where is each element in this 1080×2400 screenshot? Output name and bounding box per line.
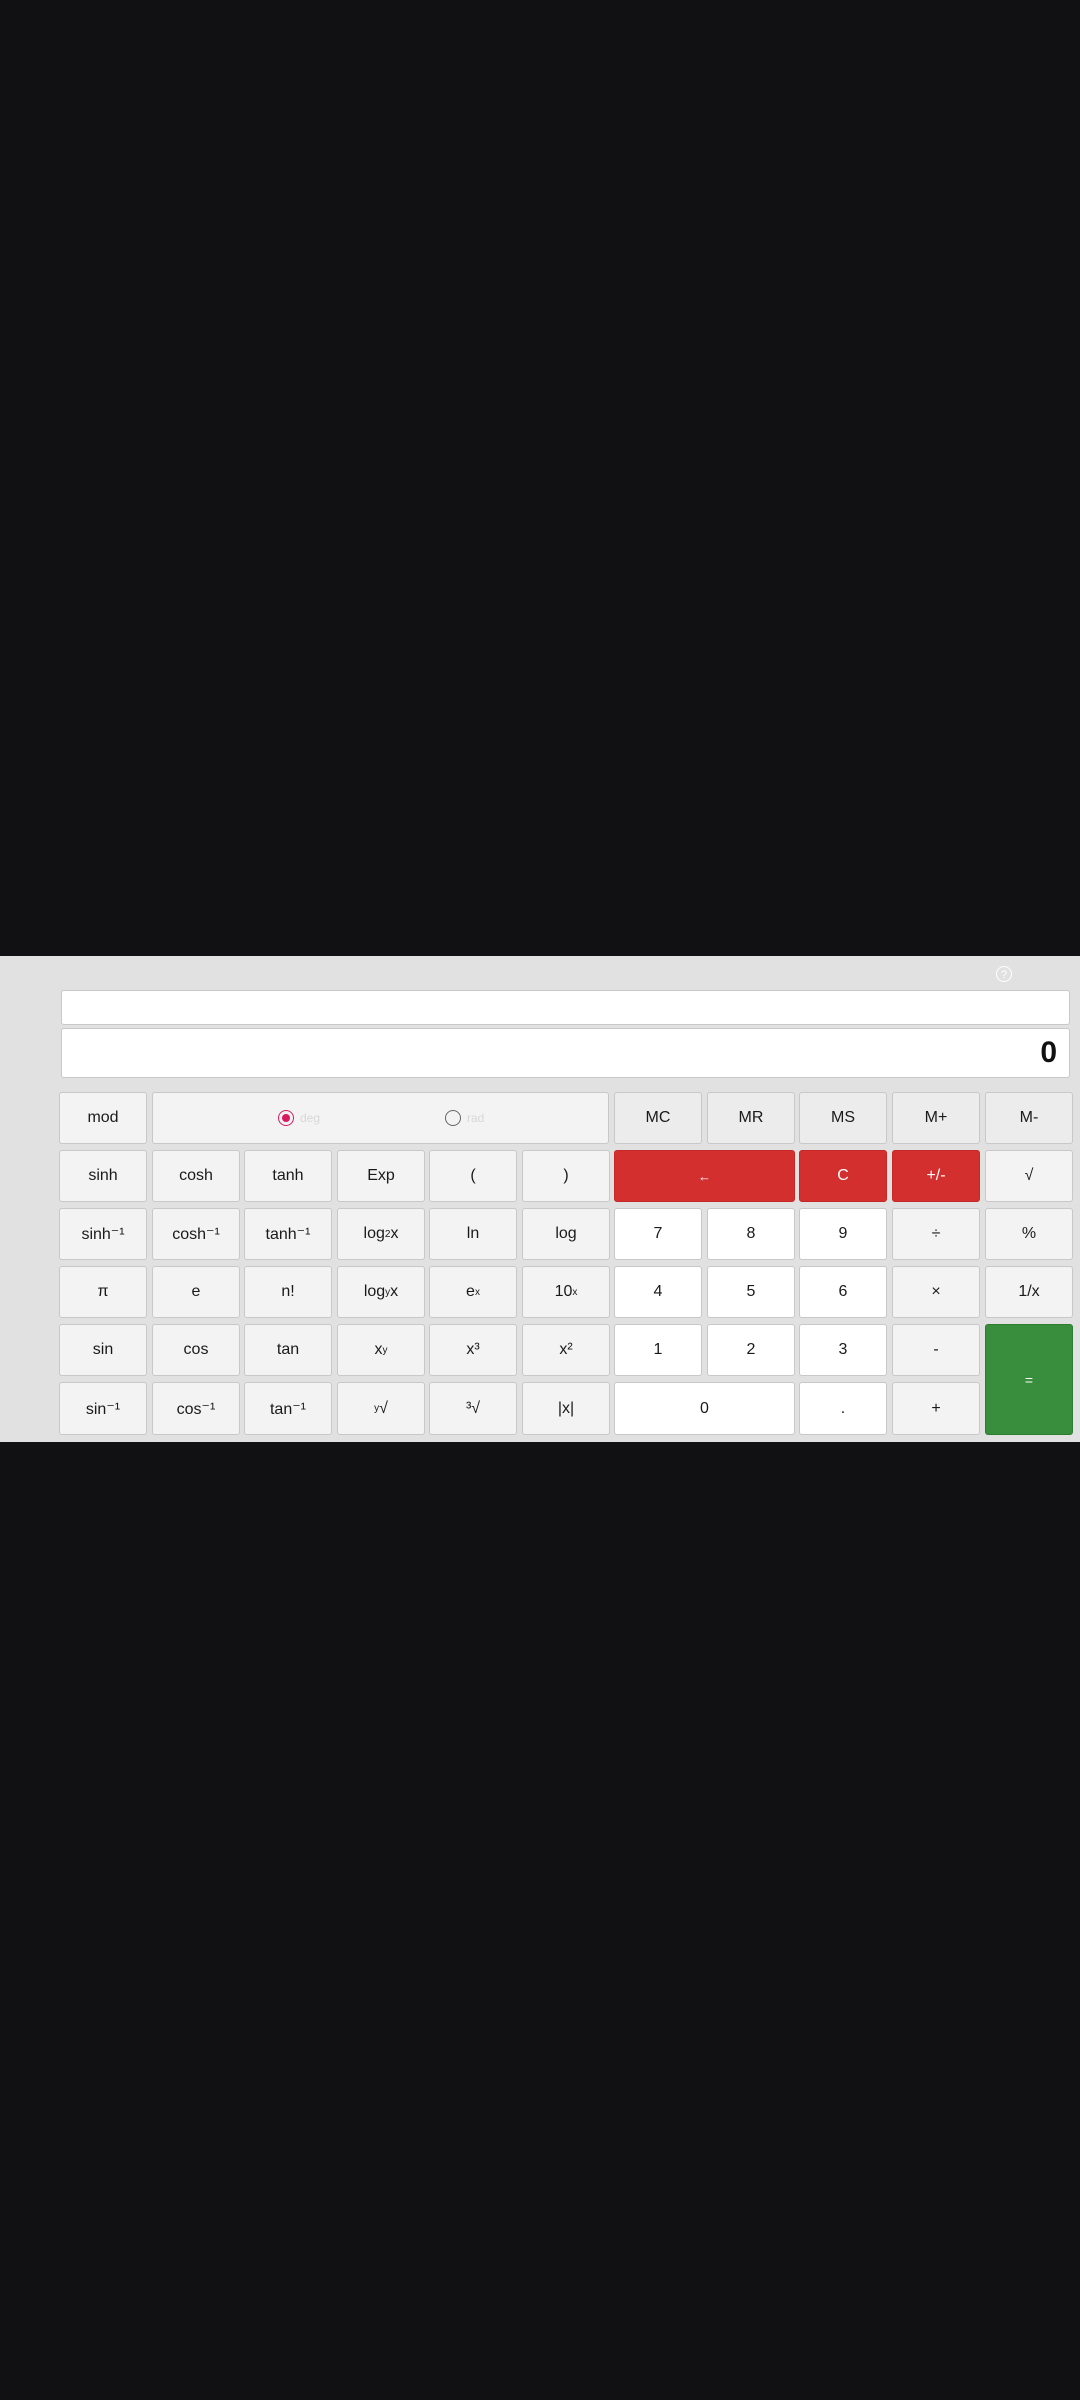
deg-radio[interactable]: deg — [278, 1110, 320, 1126]
ten-pow-base: 10 — [554, 1283, 573, 1300]
exp-x-sup: x — [474, 1286, 480, 1298]
expression-display — [61, 990, 1070, 1025]
cube-root-button[interactable]: ³√ — [429, 1382, 517, 1435]
deg-label: deg — [300, 1111, 321, 1125]
negate-button[interactable]: +/- — [892, 1150, 980, 1202]
power-base: x — [374, 1341, 383, 1358]
digit-5-button[interactable]: 5 — [707, 1266, 795, 1318]
yroot-sym: √ — [379, 1399, 388, 1417]
acosh-button[interactable]: cosh⁻¹ — [152, 1208, 240, 1260]
atan-button[interactable]: tan⁻¹ — [244, 1382, 332, 1435]
e-button[interactable]: e — [152, 1266, 240, 1318]
digit-7-button[interactable]: 7 — [614, 1208, 702, 1260]
power-sup: y — [382, 1344, 388, 1356]
result-display: 0 — [61, 1028, 1070, 1078]
angle-mode-group: deg rad — [152, 1092, 609, 1144]
pi-button[interactable]: π — [59, 1266, 147, 1318]
digit-0-button[interactable]: 0 — [614, 1382, 795, 1435]
ln-button[interactable]: ln — [429, 1208, 517, 1260]
sqrt-button[interactable]: √ — [985, 1150, 1073, 1202]
rad-label: rad — [467, 1111, 485, 1125]
log2-base: log — [363, 1225, 385, 1242]
multiply-button[interactable]: × — [892, 1266, 980, 1318]
backspace-button[interactable]: ← — [614, 1150, 795, 1202]
mod-button[interactable]: mod — [59, 1092, 147, 1144]
yroot-button[interactable]: y √ — [337, 1382, 425, 1435]
help-icon[interactable]: ? — [996, 966, 1012, 982]
exp-button[interactable]: Exp — [337, 1150, 425, 1202]
abs-button[interactable]: |x| — [522, 1382, 610, 1435]
m-minus-button[interactable]: M- — [985, 1092, 1073, 1144]
plus-button[interactable]: + — [892, 1382, 980, 1435]
decimal-button[interactable]: . — [799, 1382, 887, 1435]
sinh-button[interactable]: sinh — [59, 1150, 147, 1202]
logy-button[interactable]: log y x — [337, 1266, 425, 1318]
cosh-button[interactable]: cosh — [152, 1150, 240, 1202]
equals-button[interactable]: = — [985, 1324, 1073, 1435]
digit-2-button[interactable]: 2 — [707, 1324, 795, 1376]
deg-radio-circle — [278, 1110, 294, 1126]
atanh-button[interactable]: tanh⁻¹ — [244, 1208, 332, 1260]
square-button[interactable]: x² — [522, 1324, 610, 1376]
digit-4-button[interactable]: 4 — [614, 1266, 702, 1318]
minus-button[interactable]: - — [892, 1324, 980, 1376]
digit-1-button[interactable]: 1 — [614, 1324, 702, 1376]
sin-button[interactable]: sin — [59, 1324, 147, 1376]
exp-x-base: e — [466, 1283, 475, 1300]
digit-9-button[interactable]: 9 — [799, 1208, 887, 1260]
divide-button[interactable]: ÷ — [892, 1208, 980, 1260]
left-paren-button[interactable]: ( — [429, 1150, 517, 1202]
acos-button[interactable]: cos⁻¹ — [152, 1382, 240, 1435]
exp-x-button[interactable]: ex — [429, 1266, 517, 1318]
digit-8-button[interactable]: 8 — [707, 1208, 795, 1260]
power-button[interactable]: xy — [337, 1324, 425, 1376]
rad-radio[interactable]: rad — [445, 1110, 484, 1126]
percent-button[interactable]: % — [985, 1208, 1073, 1260]
digit-6-button[interactable]: 6 — [799, 1266, 887, 1318]
asinh-button[interactable]: sinh⁻¹ — [59, 1208, 147, 1260]
reciprocal-button[interactable]: 1/x — [985, 1266, 1073, 1318]
rad-radio-circle — [445, 1110, 461, 1126]
logy-base: log — [363, 1283, 386, 1300]
log2-x: x — [390, 1225, 399, 1242]
cos-button[interactable]: cos — [152, 1324, 240, 1376]
factorial-button[interactable]: n! — [244, 1266, 332, 1318]
ten-pow-sup: x — [572, 1286, 578, 1298]
tanh-button[interactable]: tanh — [244, 1150, 332, 1202]
mr-button[interactable]: MR — [707, 1092, 795, 1144]
digit-3-button[interactable]: 3 — [799, 1324, 887, 1376]
asin-button[interactable]: sin⁻¹ — [59, 1382, 147, 1435]
cube-button[interactable]: x³ — [429, 1324, 517, 1376]
ten-pow-button[interactable]: 10 x — [522, 1266, 610, 1318]
clear-button[interactable]: C — [799, 1150, 887, 1202]
m-plus-button[interactable]: M+ — [892, 1092, 980, 1144]
log-button[interactable]: log — [522, 1208, 610, 1260]
tan-button[interactable]: tan — [244, 1324, 332, 1376]
log2-button[interactable]: log 2 x — [337, 1208, 425, 1260]
logy-x: x — [390, 1283, 399, 1300]
mc-button[interactable]: MC — [614, 1092, 702, 1144]
right-paren-button[interactable]: ) — [522, 1150, 610, 1202]
ms-button[interactable]: MS — [799, 1092, 887, 1144]
